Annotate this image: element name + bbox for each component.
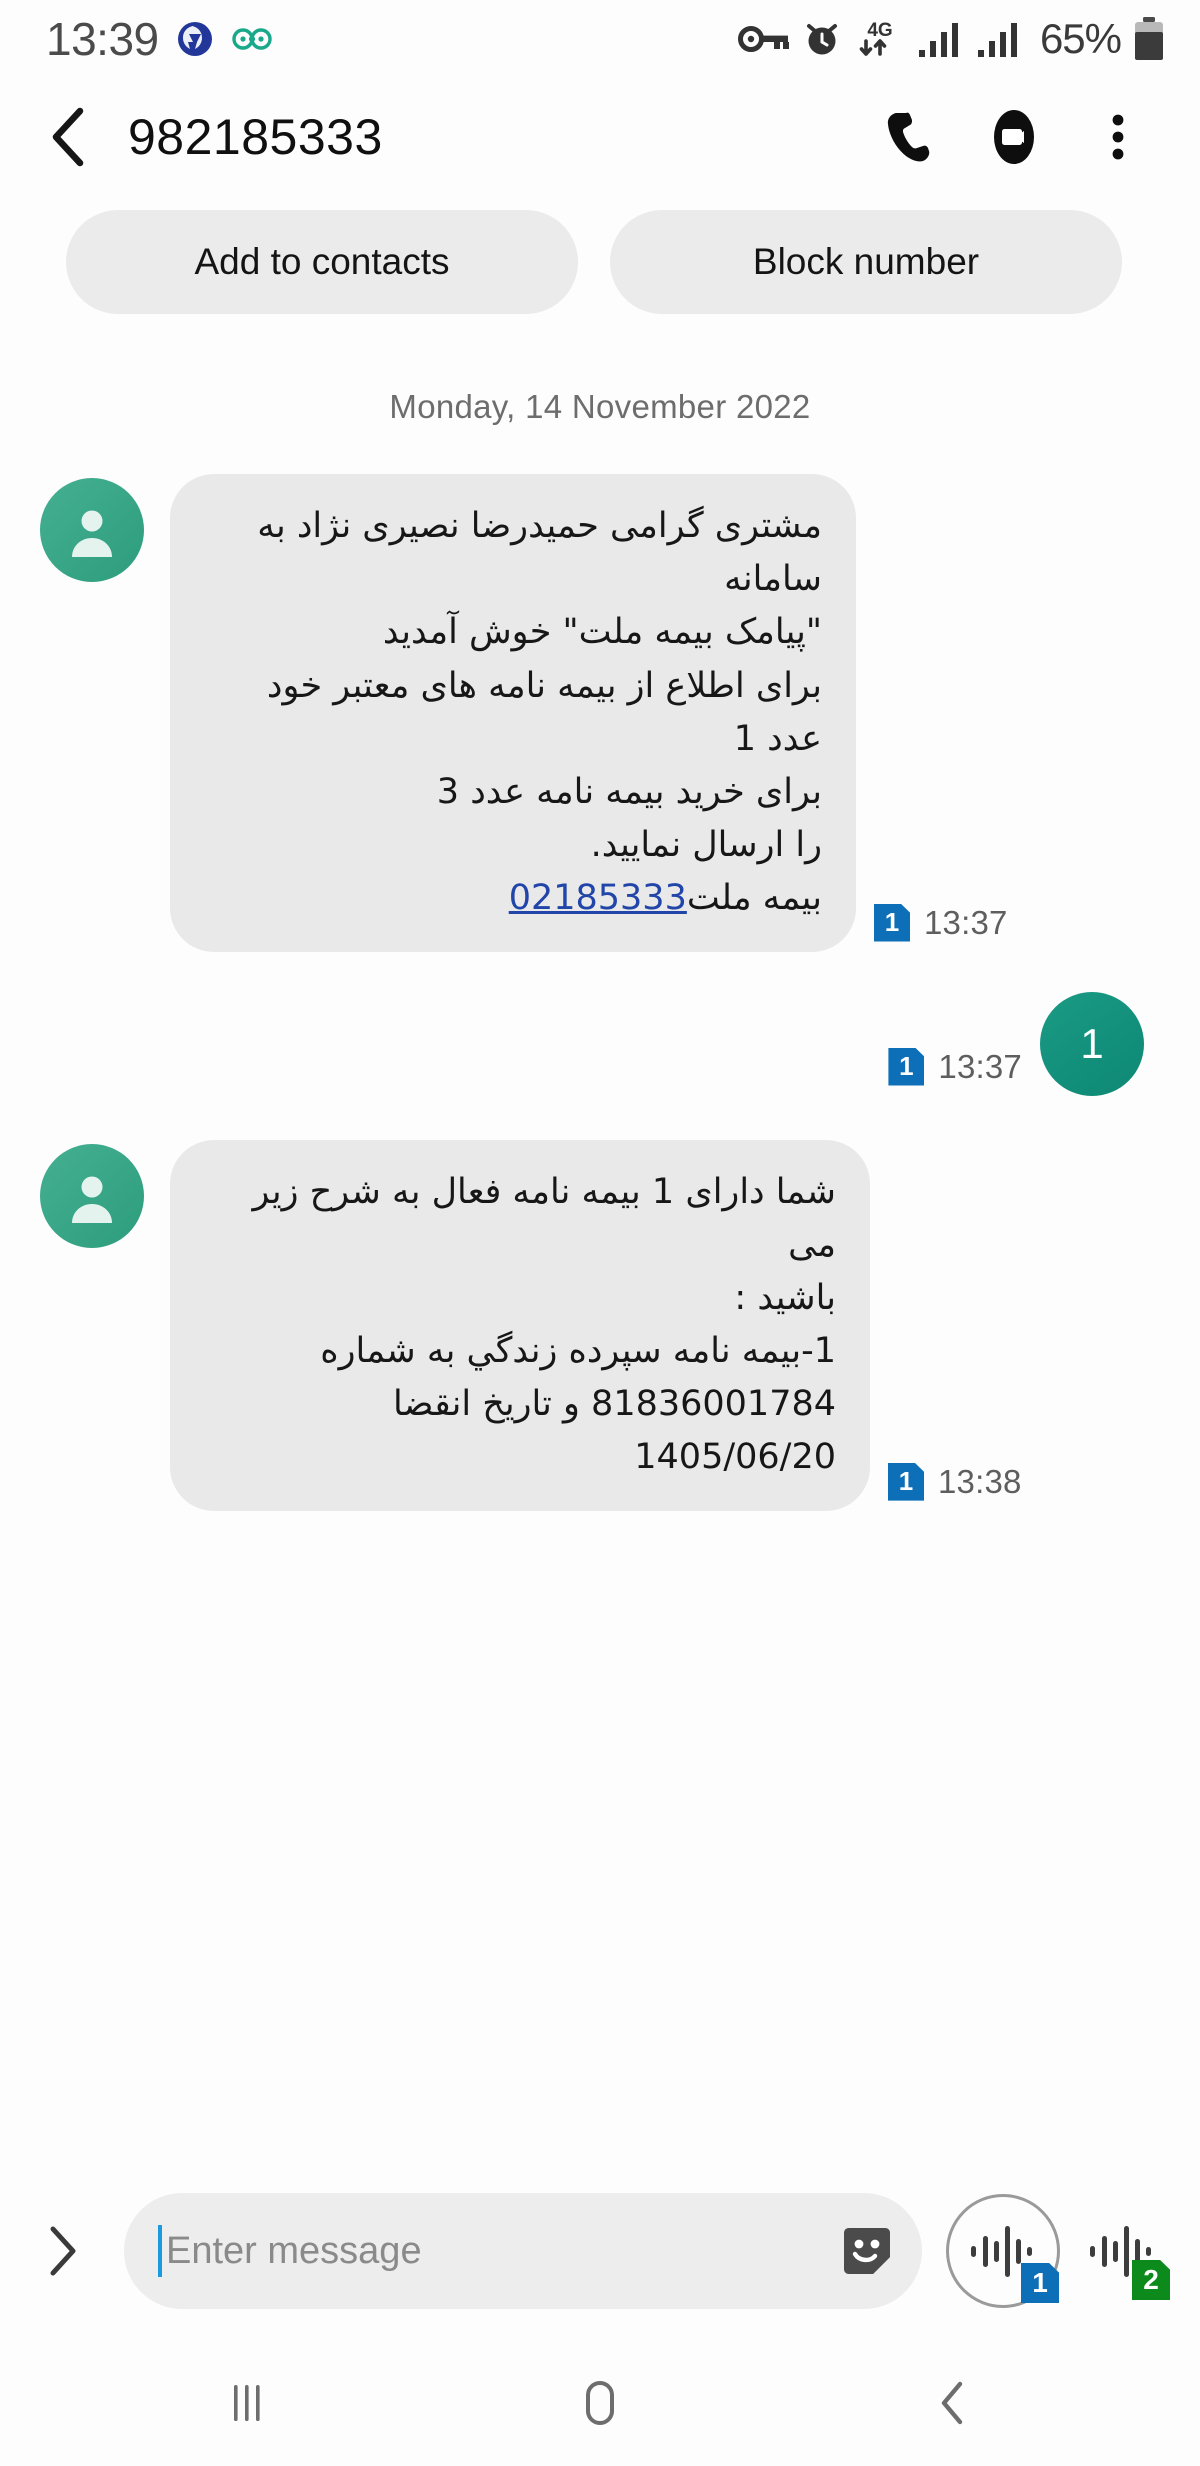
add-to-contacts-button[interactable]: Add to contacts [66,210,578,314]
message-row-incoming-2: شما دارای 1 بیمه نامه فعال به شرح زیر می… [40,1139,1160,1511]
status-bar-left: 13:39 [46,12,273,66]
app-notification-icon-teal [231,28,272,50]
message-line-with-link: بیمه ملت02185333 [204,872,822,925]
message-line: برای خرید بیمه نامه عدد 3 [436,771,822,812]
message-timestamp: 13:37 [938,1047,1022,1085]
message-line-prefix: بیمه ملت [686,878,822,919]
message-input-wrapper[interactable] [124,2193,922,2309]
message-meta: 1 13:37 [870,1047,1040,1096]
message-meta: 1 13:37 [856,903,1026,952]
send-sim2-button[interactable]: 2 [1072,2194,1172,2308]
sim-badge: 2 [1132,2260,1170,2300]
message-timestamp: 13:38 [938,1462,1022,1500]
sim-badge: 1 [1021,2263,1059,2303]
message-line: برای اطلاع از بیمه نامه های معتبر خود عد… [255,665,822,759]
expand-chevron-icon[interactable] [44,2224,82,2278]
home-button[interactable] [540,2353,660,2453]
status-clock: 13:39 [46,13,159,65]
signal-sim2-icon [977,23,1017,57]
message-line: مشتری گرامی حمیدرضا نصیری نژاد به سامانه [246,506,822,600]
recents-button[interactable] [187,2353,307,2453]
sim-badge: 1 [888,1462,924,1501]
message-line: شما دارای 1 بیمه نامه فعال به شرح زیر می [241,1171,836,1265]
message-composer: 1 2 [0,2162,1200,2340]
vpn-key-icon [737,26,789,52]
send-sim1-button[interactable]: 1 [946,2194,1060,2308]
message-line: 81836001784 و تاریخ انقضا 1405/06/20 [381,1384,836,1478]
date-separator: Monday, 14 November 2022 [389,388,811,425]
message-row-outgoing-1: 1 13:37 1 [40,991,1160,1096]
battery-percent-label: 65% [1039,15,1122,62]
message-row-incoming-1: مشتری گرامی حمیدرضا نصیری نژاد به سامانه… [40,474,1160,952]
status-bar-right: 4G 65% [737,15,1166,63]
svg-text:4G: 4G [867,20,892,41]
quick-action-chips: Add to contacts Block number [0,196,1200,316]
sim-badge: 1 [874,903,910,942]
home-icon [585,2381,614,2425]
mobile-data-icon: 4G [859,20,893,56]
battery-icon [1135,17,1163,60]
phone-number-link[interactable]: 02185333 [509,878,687,918]
sticker-glyph-icon [844,2228,890,2274]
message-bubble[interactable]: شما دارای 1 بیمه نامه فعال به شرح زیر می… [170,1139,870,1511]
phone-call-icon[interactable] [880,107,940,167]
alarm-clock-icon [806,24,837,55]
block-number-button[interactable]: Block number [610,210,1122,314]
sticker-icon[interactable] [834,2218,900,2284]
recents-icon [233,2385,260,2421]
message-line: "پیامک بیمه ملت" خوش آمدید [382,612,822,653]
sim2-badge-wrapper: 2 [1132,2260,1170,2300]
system-navigation-bar [0,2340,1200,2466]
back-chevron-icon[interactable] [46,106,92,168]
message-meta: 1 13:38 [870,1462,1040,1511]
status-bar: 13:39 4G 65% [0,0,1200,78]
search-input message-input[interactable] [162,2193,834,2309]
nav-back-button[interactable] [893,2353,1013,2453]
conversation-header: 982185333 [0,78,1200,196]
contact-avatar-icon [72,510,112,557]
message-line: 1-بیمه نامه سپرده زندگي به شماره [320,1331,836,1372]
avatar[interactable] [40,1143,144,1248]
app-notification-icon-blue [177,22,212,56]
message-list[interactable]: Monday, 14 November 2022 مشتری گرامی حمی… [0,316,1200,2162]
message-timestamp: 13:37 [924,903,1008,941]
messaging-app-screen: 13:39 4G 65% 982185333 Add to contacts B… [0,0,1200,2466]
sim1-badge-wrapper: 1 [1021,2263,1059,2303]
message-line: باشید : [734,1277,836,1318]
message-line: را ارسال نمایید. [590,825,822,866]
nav-back-icon [942,2381,963,2425]
more-options-icon[interactable] [1088,107,1148,167]
signal-sim1-icon [918,23,958,57]
video-call-icon[interactable] [984,107,1044,167]
header-actions [880,107,1162,167]
message-bubble[interactable]: مشتری گرامی حمیدرضا نصیری نژاد به سامانه… [170,474,856,952]
avatar[interactable] [40,478,144,582]
sim-badge: 1 [888,1047,925,1086]
message-bubble-sent[interactable]: 1 [1040,991,1144,1096]
page-title[interactable]: 982185333 [128,108,383,166]
contact-avatar-icon [72,1176,112,1223]
